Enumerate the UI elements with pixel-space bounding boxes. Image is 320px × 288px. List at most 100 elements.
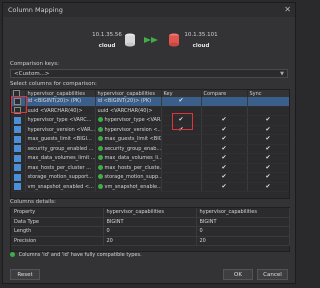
source-column-name: storage_motion_support... bbox=[27, 174, 93, 181]
details-target-value: BIGINT bbox=[196, 217, 290, 227]
columns-section-label: Select columns for comparison: bbox=[10, 81, 97, 87]
compatible-icon bbox=[97, 164, 103, 170]
table-row[interactable]: vm_snapshot_enabled <... vm_snapshot_enab… bbox=[11, 182, 289, 192]
connection-summary: 10.1.35.56 cloud 10.1.35.101 cloud bbox=[3, 19, 295, 59]
column-mapping-dialog: Column Mapping ✕ 10.1.35.56 cloud 10.1.3… bbox=[2, 2, 296, 284]
table-row[interactable]: max_data_volumes_limit ... max_data_volum… bbox=[11, 153, 289, 164]
comparison-keys-label: Comparison keys: bbox=[10, 61, 60, 67]
sync-cell[interactable] bbox=[247, 97, 289, 107]
row-checkbox[interactable] bbox=[14, 183, 22, 191]
checkmark-icon: ✔ bbox=[221, 163, 227, 171]
row-select-cell[interactable] bbox=[11, 125, 26, 135]
target-column-cell[interactable]: hypervisor_type <VAR... bbox=[95, 115, 162, 126]
cancel-button[interactable]: Cancel bbox=[257, 269, 288, 280]
compare-cell[interactable]: ✔ bbox=[201, 115, 248, 126]
reset-button[interactable]: Reset bbox=[10, 269, 40, 280]
table-row[interactable]: max_guests_limit <BIGI... max_guests_limi… bbox=[11, 134, 289, 145]
row-select-cell[interactable] bbox=[11, 182, 26, 192]
key-cell[interactable] bbox=[161, 172, 202, 183]
grid-header-row: hypervisor_capabilities hypervisor_capab… bbox=[11, 90, 289, 97]
header-compare[interactable]: Compare bbox=[201, 90, 248, 97]
source-column-name: id <BIGINT(20)> (PK) bbox=[27, 98, 82, 105]
header-key[interactable]: Key bbox=[161, 90, 202, 97]
source-column-name: security_group_enabled ... bbox=[27, 145, 94, 152]
row-select-cell[interactable] bbox=[11, 153, 26, 164]
key-cell[interactable]: ✔ bbox=[161, 97, 202, 107]
header-source-table[interactable]: hypervisor_capabilities bbox=[25, 90, 96, 97]
row-checkbox[interactable] bbox=[14, 154, 22, 162]
sync-cell[interactable]: ✔ bbox=[247, 163, 289, 173]
row-checkbox[interactable] bbox=[14, 145, 22, 153]
row-checkbox[interactable] bbox=[14, 116, 22, 124]
row-select-cell[interactable] bbox=[11, 115, 26, 126]
checkmark-icon: ✔ bbox=[221, 182, 227, 190]
ok-button[interactable]: OK bbox=[223, 269, 253, 280]
key-cell[interactable] bbox=[161, 182, 202, 192]
sync-cell[interactable]: ✔ bbox=[247, 115, 289, 126]
sync-cell[interactable]: ✔ bbox=[247, 125, 289, 135]
row-select-cell[interactable] bbox=[11, 163, 26, 173]
row-checkbox[interactable] bbox=[14, 173, 22, 181]
close-icon[interactable]: ✕ bbox=[284, 3, 291, 17]
header-sync[interactable]: Sync bbox=[247, 90, 289, 97]
target-column-cell[interactable]: storage_motion_supp... bbox=[95, 172, 162, 183]
source-column-cell: uuid <VARCHAR(40)> bbox=[25, 106, 96, 116]
table-row[interactable]: id <BIGINT(20)> (PK) id <BIGINT(20)> (PK)… bbox=[11, 97, 289, 107]
sync-cell[interactable]: ✔ bbox=[247, 182, 289, 192]
compatible-icon bbox=[97, 136, 103, 142]
compare-cell[interactable]: ✔ bbox=[201, 153, 248, 164]
compatible-icon bbox=[97, 117, 103, 123]
table-row[interactable]: security_group_enabled ... security_group… bbox=[11, 144, 289, 154]
row-select-cell[interactable] bbox=[11, 172, 26, 183]
sync-cell[interactable]: ✔ bbox=[247, 144, 289, 154]
key-cell[interactable] bbox=[161, 163, 202, 173]
compare-cell[interactable]: ✔ bbox=[201, 125, 248, 135]
row-select-cell[interactable] bbox=[11, 134, 26, 145]
key-cell[interactable] bbox=[161, 134, 202, 145]
target-column-cell[interactable]: max_data_volumes_li... bbox=[95, 153, 162, 164]
compare-cell[interactable] bbox=[201, 97, 248, 107]
checkmark-icon: ✔ bbox=[265, 154, 271, 162]
key-cell[interactable] bbox=[161, 153, 202, 164]
row-checkbox[interactable] bbox=[14, 126, 22, 134]
table-row[interactable]: storage_motion_support... storage_motion_… bbox=[11, 172, 289, 183]
column-details-table: Property hypervisor_capabilities hyperviso… bbox=[10, 207, 290, 252]
target-column-name: hypervisor_version <... bbox=[104, 126, 161, 133]
source-column-cell: max_guests_limit <BIGI... bbox=[25, 134, 96, 145]
table-row[interactable]: hypervisor_type <VARC... hypervisor_type … bbox=[11, 115, 289, 126]
source-column-cell: hypervisor_version <VAR... bbox=[25, 125, 96, 135]
header-target-table[interactable]: hypervisor_capabilities bbox=[95, 90, 162, 97]
row-checkbox[interactable] bbox=[14, 135, 22, 143]
compare-cell[interactable]: ✔ bbox=[201, 182, 248, 192]
target-column-cell[interactable]: id <BIGINT(20)> (PK) bbox=[95, 97, 162, 107]
target-column-cell[interactable]: uuid <VARCHAR(40)> bbox=[95, 106, 162, 116]
row-select-cell[interactable] bbox=[11, 144, 26, 154]
source-column-cell: id <BIGINT(20)> (PK) bbox=[25, 97, 96, 107]
arrow-right-icon bbox=[144, 37, 158, 43]
target-column-cell[interactable]: vm_snapshot_enable... bbox=[95, 182, 162, 192]
compare-cell[interactable]: ✔ bbox=[201, 172, 248, 183]
highlight-key-column bbox=[172, 113, 193, 130]
table-row[interactable]: hypervisor_version <VAR... hypervisor_ver… bbox=[11, 125, 289, 135]
table-row[interactable]: max_hosts_per_cluster ... max_hosts_per_c… bbox=[11, 163, 289, 173]
compare-cell[interactable]: ✔ bbox=[201, 134, 248, 145]
key-cell[interactable] bbox=[161, 144, 202, 154]
target-column-cell[interactable]: max_guests_limit <BIG... bbox=[95, 134, 162, 145]
compare-cell[interactable]: ✔ bbox=[201, 144, 248, 154]
target-column-cell[interactable]: max_hosts_per_cluste... bbox=[95, 163, 162, 173]
row-checkbox[interactable] bbox=[14, 164, 22, 172]
compare-cell[interactable] bbox=[201, 106, 248, 116]
table-row[interactable]: uuid <VARCHAR(40)> uuid <VARCHAR(40)> bbox=[11, 106, 289, 116]
source-column-cell: vm_snapshot_enabled <... bbox=[25, 182, 96, 192]
sync-cell[interactable]: ✔ bbox=[247, 134, 289, 145]
details-target-value: 0 bbox=[196, 226, 290, 237]
sync-cell[interactable]: ✔ bbox=[247, 153, 289, 164]
target-column-cell[interactable]: hypervisor_version <... bbox=[95, 125, 162, 135]
columns-grid: hypervisor_capabilities hypervisor_capab… bbox=[10, 89, 290, 199]
target-column-cell[interactable]: security_group_enab... bbox=[95, 144, 162, 154]
source-label: cloud bbox=[98, 43, 116, 49]
compare-cell[interactable]: ✔ bbox=[201, 163, 248, 173]
sync-cell[interactable]: ✔ bbox=[247, 172, 289, 183]
sync-cell[interactable] bbox=[247, 106, 289, 116]
comparison-keys-select[interactable]: <Custom...> ▼ bbox=[10, 69, 288, 78]
